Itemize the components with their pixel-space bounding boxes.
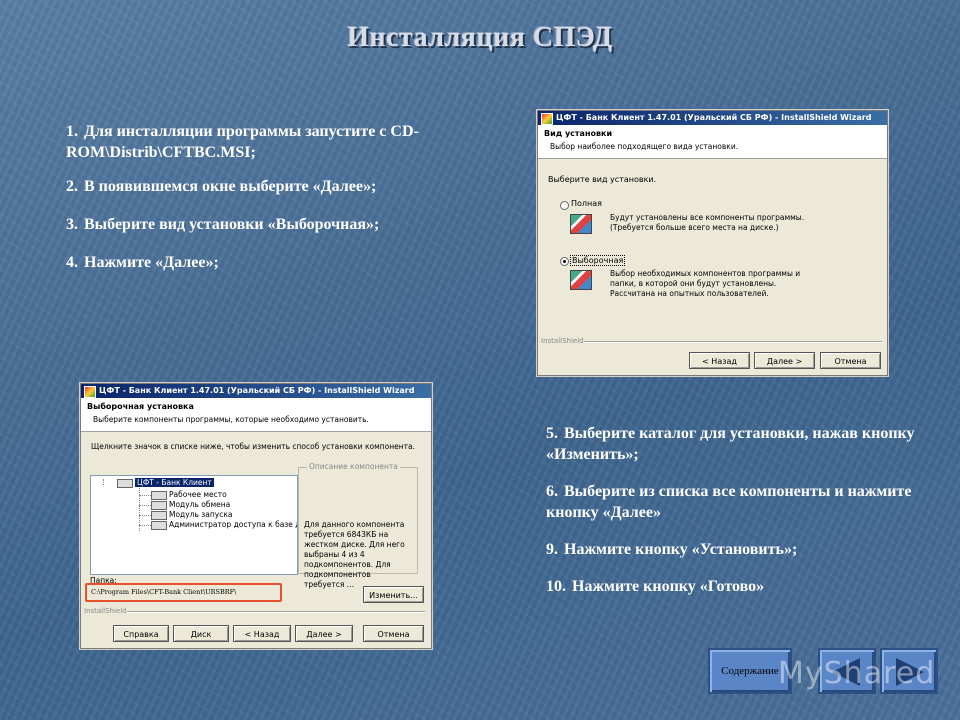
tree-item[interactable]: Модуль запуска — [151, 510, 232, 520]
custom-window-header: Выборочная установка Выберите компоненты… — [81, 398, 431, 432]
step-9: 9. Нажмите кнопку «Установить»; — [546, 541, 798, 558]
installshield-label: InstallShield — [541, 337, 584, 345]
custom-window-titlebar: ЦФТ - Банк Клиент 1.47.01 (Уральский СБ … — [81, 384, 431, 398]
step-1: 1. Для инсталляции программы запустите с … — [66, 123, 419, 161]
radio-custom[interactable] — [560, 257, 569, 266]
option-custom-desc: Выбор необходимых компонентов программы … — [610, 269, 801, 298]
description-title: Описание компонента — [307, 462, 400, 471]
setup-type-window: ЦФТ - Банк Клиент 1.47.01 (Уральский СБ … — [537, 110, 888, 376]
drive-icon — [117, 478, 133, 488]
change-button[interactable]: Изменить... — [363, 586, 424, 603]
steps-right: 5. Выберите каталог для установки, нажав … — [546, 423, 936, 613]
option-custom-label[interactable]: Выборочная — [570, 255, 626, 266]
tree-item[interactable]: Администратор доступа к базе дан — [151, 520, 297, 530]
radio-full[interactable] — [560, 201, 569, 210]
option-full-desc: Будут установлены все компоненты програм… — [610, 213, 805, 232]
custom-prompt: Щелкните значок в списке ниже, чтобы изм… — [91, 442, 415, 451]
disk-button[interactable]: Диск — [173, 625, 229, 642]
tree-item-root[interactable]: ЦФТ - Банк Клиент — [117, 478, 214, 488]
tree-connector — [103, 479, 104, 485]
back-button[interactable]: < Назад — [233, 625, 291, 642]
highlight-frame — [85, 583, 282, 602]
cancel-button[interactable]: Отмена — [820, 352, 881, 369]
back-button[interactable]: < Назад — [689, 352, 750, 369]
setup-prompt: Выберите вид установки. — [548, 175, 657, 184]
cancel-button[interactable]: Отмена — [363, 625, 424, 642]
step-6: 6. Выберите из списка все компоненты и на… — [546, 483, 912, 521]
component-description-group: Описание компонента Для данного компонен… — [298, 462, 418, 589]
installshield-label: InstallShield — [84, 607, 127, 615]
option-full-label[interactable]: Полная — [571, 199, 602, 208]
tree-connector — [139, 525, 151, 526]
custom-setup-window: ЦФТ - Банк Клиент 1.47.01 (Уральский СБ … — [80, 383, 432, 649]
app-icon — [541, 113, 553, 125]
setup-window-titlebar: ЦФТ - Банк Клиент 1.47.01 (Уральский СБ … — [538, 111, 887, 125]
drive-icon — [151, 520, 167, 530]
tree-item[interactable]: Рабочее место — [151, 490, 227, 500]
footer-divider — [584, 341, 882, 343]
footer-divider — [127, 611, 425, 613]
slide-title: Инсталляция СПЭД — [347, 22, 613, 53]
next-button[interactable]: Далее > — [295, 625, 353, 642]
step-2: 2. В появившемся окне выберите «Далее»; — [66, 178, 377, 195]
watermark: MyShared — [778, 656, 936, 691]
drive-icon — [151, 510, 167, 520]
tree-connector — [139, 515, 151, 516]
drive-icon — [151, 500, 167, 510]
tree-connector — [139, 495, 151, 496]
step-3: 3. Выберите вид установки «Выборочная»; — [66, 216, 380, 233]
drive-icon — [151, 490, 167, 500]
steps-left: 1. Для инсталляции программы запустите с … — [66, 121, 461, 290]
tree-item[interactable]: Модуль обмена — [151, 500, 230, 510]
step-5: 5. Выберите каталог для установки, нажав … — [546, 425, 915, 463]
step-10: 10. Нажмите кнопку «Готово» — [546, 578, 765, 595]
next-button[interactable]: Далее > — [754, 352, 815, 369]
tree-connector — [139, 505, 151, 506]
step-4: 4. Нажмите «Далее»; — [66, 254, 219, 271]
app-icon — [84, 386, 96, 398]
full-setup-icon — [570, 214, 592, 234]
setup-window-header: Вид установки Выбор наиболее подходящего… — [538, 125, 887, 159]
custom-setup-icon — [570, 270, 592, 290]
help-button[interactable]: Справка — [113, 625, 169, 642]
component-tree[interactable]: ЦФТ - Банк Клиент Рабочее место Модуль о… — [90, 475, 298, 575]
description-text: Для данного компонента требуется 6843КБ … — [304, 520, 405, 589]
